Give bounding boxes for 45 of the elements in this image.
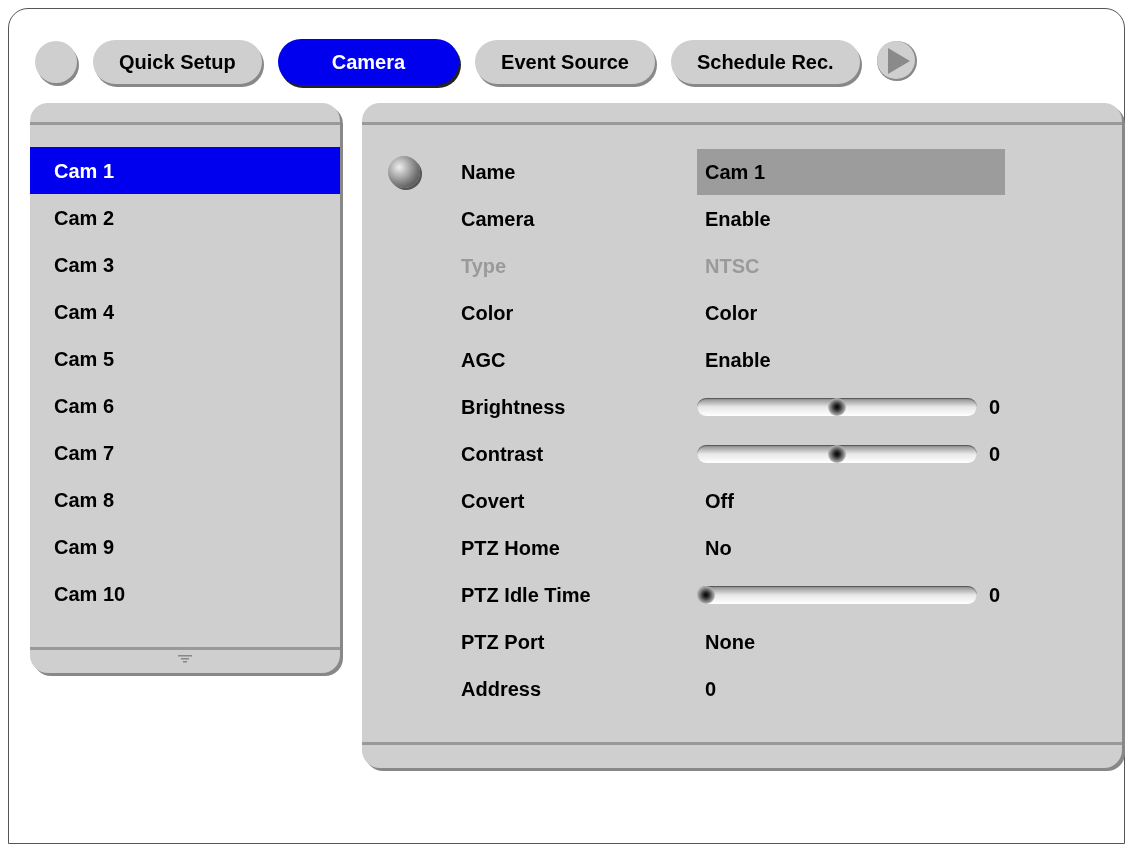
camera-list-item[interactable]: Cam 5 — [30, 335, 340, 382]
camera-list-item[interactable]: Cam 4 — [30, 288, 340, 335]
setting-label: PTZ Port — [461, 629, 546, 655]
tab[interactable]: Camera — [277, 39, 460, 85]
setting-value[interactable]: Enable — [697, 336, 771, 383]
slider-thumb[interactable] — [697, 585, 715, 604]
camera-list-item[interactable]: Cam 6 — [30, 382, 340, 429]
slider-thumb[interactable] — [828, 397, 846, 416]
setting-label: Color — [461, 300, 515, 326]
setting-label: AGC — [461, 347, 507, 373]
setting-label: PTZ Home — [461, 535, 561, 561]
camera-list-item[interactable]: Cam 9 — [30, 523, 340, 570]
filter-icon — [178, 655, 192, 663]
setting-value[interactable]: None — [697, 618, 755, 665]
camera-list-item[interactable]: Cam 1 — [30, 147, 340, 194]
setting-value[interactable]: Off — [697, 477, 734, 524]
setting-label: PTZ Idle Time — [461, 582, 592, 608]
camera-list-item[interactable]: Cam 3 — [30, 241, 340, 288]
tab[interactable]: Quick Setup — [93, 40, 262, 84]
play-icon[interactable] — [875, 40, 920, 84]
setting-value[interactable]: 0 — [697, 665, 717, 712]
setting-label: Contrast — [461, 441, 545, 467]
setting-label: Covert — [461, 488, 526, 514]
setting-label: Address — [461, 676, 543, 702]
slider-value: 0 — [989, 441, 1001, 467]
setting-label: Camera — [461, 206, 536, 232]
slider-track[interactable] — [697, 397, 977, 416]
setting-value[interactable]: No — [697, 524, 732, 571]
setting-value[interactable]: Enable — [697, 195, 771, 242]
slider-track[interactable] — [697, 585, 977, 604]
camera-list-item[interactable]: Cam 10 — [30, 570, 340, 617]
tab[interactable]: Schedule Rec. — [670, 40, 860, 84]
setting-label: Brightness — [461, 394, 567, 420]
slider-track[interactable] — [697, 444, 977, 463]
slider-value: 0 — [989, 394, 1001, 420]
setting-value[interactable]: Color — [697, 289, 758, 336]
cursor-icon — [388, 155, 420, 188]
tab[interactable]: Event Source — [475, 40, 655, 84]
camera-list-item[interactable]: Cam 2 — [30, 194, 340, 241]
slider-thumb[interactable] — [828, 444, 846, 463]
camera-list-item[interactable]: Cam 7 — [30, 429, 340, 476]
camera-list-item[interactable]: Cam 8 — [30, 476, 340, 523]
slider-value: 0 — [989, 582, 1001, 608]
setting-label: Name — [461, 159, 517, 185]
setting-value[interactable]: Cam 1 — [697, 148, 1005, 195]
